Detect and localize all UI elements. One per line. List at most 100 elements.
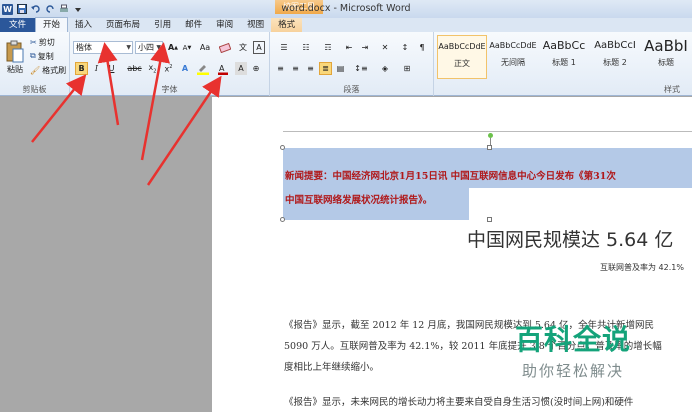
- sort-button[interactable]: ↕: [398, 41, 412, 54]
- font-size-input[interactable]: 小四 ▼: [135, 41, 163, 54]
- strikethrough-button[interactable]: abc: [127, 62, 142, 75]
- multilevel-list-icon: ☶: [324, 43, 332, 52]
- article-title: 中国网民规模达 5.64 亿: [467, 229, 674, 251]
- scissors-icon: ✂: [30, 37, 37, 47]
- grow-font-button[interactable]: A ▲: [167, 41, 179, 54]
- change-case-icon: Aa: [199, 43, 211, 52]
- style-heading-2[interactable]: AaBbCcI 标题 2: [590, 35, 640, 79]
- character-border-button[interactable]: A: [253, 41, 265, 54]
- font-name-input[interactable]: 楷体 ▼: [73, 41, 133, 54]
- svg-text:A: A: [219, 64, 225, 73]
- multilevel-list-button[interactable]: ☶: [318, 41, 338, 54]
- textbox-line-2: 中国互联网络发展状况统计报告》。: [285, 195, 433, 206]
- bold-button[interactable]: B: [75, 62, 88, 75]
- underline-button[interactable]: U: [105, 62, 118, 75]
- font-group-label: 字体: [161, 85, 178, 94]
- line-spacing-button[interactable]: ↕≡: [352, 62, 370, 75]
- copy-button[interactable]: ⧉ 复制: [30, 50, 54, 62]
- distributed-button[interactable]: ▤: [334, 62, 347, 75]
- resize-handle[interactable]: [280, 217, 285, 222]
- paste-label: 粘贴: [7, 64, 23, 74]
- shrink-font-button[interactable]: A ▼: [181, 41, 193, 54]
- numbering-button[interactable]: ☷: [296, 41, 316, 54]
- style-heading-2-label: 标题 2: [603, 58, 627, 67]
- copy-icon: ⧉: [30, 51, 36, 60]
- resize-handle[interactable]: [487, 217, 492, 222]
- enclose-characters-button[interactable]: ⊕: [250, 62, 262, 75]
- chevron-down-icon: ▼: [156, 44, 161, 51]
- eraser-icon: [219, 42, 231, 53]
- clipboard-group-label: 剪贴板: [22, 85, 47, 94]
- tab-insert[interactable]: 插入: [68, 18, 99, 32]
- align-right-button[interactable]: ≡: [304, 62, 317, 75]
- cut-button[interactable]: ✂ 剪切: [30, 36, 55, 48]
- tab-references[interactable]: 引用: [147, 18, 178, 32]
- paste-button[interactable]: 粘贴: [3, 35, 27, 79]
- distributed-icon: ▤: [336, 64, 345, 73]
- font-color-button[interactable]: A: [215, 62, 231, 75]
- news-textbox[interactable]: 新闻提要：中国经济网北京1月15日讯 中国互联网信息中心今日发布《第31次 中国…: [280, 145, 692, 222]
- tab-view[interactable]: 视图: [240, 18, 271, 32]
- tab-format[interactable]: 格式: [271, 18, 303, 32]
- numbering-icon: ☷: [302, 43, 310, 52]
- text-effects-button[interactable]: A: [177, 62, 193, 75]
- align-center-button[interactable]: ≡: [289, 62, 302, 75]
- shading-button[interactable]: ◈: [376, 62, 394, 75]
- style-title-sample: AaBbI: [644, 37, 688, 55]
- chinese-layout-button[interactable]: ✕: [376, 41, 394, 54]
- highlighter-icon: [197, 64, 209, 75]
- character-shading-button[interactable]: A: [235, 62, 247, 75]
- tab-page-layout[interactable]: 页面布局: [99, 18, 147, 32]
- styles-group-label: 样式: [664, 85, 680, 94]
- style-heading-1[interactable]: AaBbCc 标题 1: [539, 35, 589, 79]
- font-size-value: 小四: [138, 43, 154, 52]
- subscript-button[interactable]: x2: [146, 62, 159, 75]
- increase-indent-button[interactable]: ⇥: [358, 41, 372, 54]
- paint-bucket-icon: ◈: [381, 64, 389, 73]
- show-marks-button[interactable]: ¶: [415, 41, 429, 54]
- align-left-button[interactable]: ≡: [274, 62, 287, 75]
- format-painter-button[interactable]: 🖌 格式刷: [30, 64, 66, 76]
- italic-button[interactable]: I: [90, 62, 103, 75]
- article-subtitle: 互联网普及率为 42.1%: [600, 263, 684, 272]
- ribbon: 粘贴 ✂ 剪切 ⧉ 复制 🖌 格式刷 剪贴板 楷体 ▼ 小四 ▼ A ▲ A ▼ Aa …: [0, 32, 692, 96]
- bullets-icon: ☰: [280, 43, 288, 52]
- justify-button[interactable]: ≣: [319, 62, 332, 75]
- style-title-label: 标题: [658, 58, 674, 67]
- textbox-frame-top: [283, 131, 692, 132]
- decrease-indent-button[interactable]: ⇤: [342, 41, 356, 54]
- decrease-indent-icon: ⇤: [345, 43, 353, 52]
- highlight-button[interactable]: [195, 62, 211, 75]
- tab-mailings[interactable]: 邮件: [178, 18, 209, 32]
- styles-group: AaBbCcDdE 正文 AaBbCcDdE 无间隔 AaBbCc 标题 1 A…: [434, 32, 692, 96]
- italic-icon: I: [94, 64, 99, 73]
- style-title[interactable]: AaBbI 标题: [641, 35, 691, 79]
- tab-review[interactable]: 审阅: [209, 18, 240, 32]
- bullets-button[interactable]: ☰: [274, 41, 294, 54]
- character-shading-icon: A: [238, 64, 244, 73]
- justify-icon: ≣: [322, 64, 329, 73]
- style-no-spacing-sample: AaBbCcDdE: [489, 41, 537, 50]
- strikethrough-icon: abc: [127, 64, 142, 73]
- tab-home[interactable]: 开始: [35, 17, 69, 32]
- subscript-icon: x2: [148, 62, 157, 75]
- style-normal[interactable]: AaBbCcDdE 正文: [437, 35, 487, 79]
- style-no-spacing[interactable]: AaBbCcDdE 无间隔: [488, 35, 538, 79]
- borders-button[interactable]: ⊞: [398, 62, 416, 75]
- tab-file[interactable]: 文件: [0, 18, 36, 32]
- ribbon-tabs: 文件 开始 插入 页面布局 引用 邮件 审阅 视图 格式: [0, 17, 692, 32]
- copy-label: 复制: [37, 51, 54, 61]
- resize-handle[interactable]: [487, 145, 492, 150]
- paragraph-1-line-3: 度相比上年继续缩小。: [284, 362, 380, 373]
- change-case-button[interactable]: Aa: [197, 41, 213, 54]
- phonetic-guide-button[interactable]: 文: [236, 41, 250, 54]
- font-name-value: 楷体: [76, 43, 92, 52]
- clear-formatting-button[interactable]: [218, 41, 232, 54]
- clipboard-group: 粘贴 ✂ 剪切 ⧉ 复制 🖌 格式刷 剪贴板: [0, 32, 70, 96]
- style-heading-1-label: 标题 1: [552, 58, 576, 67]
- resize-handle[interactable]: [280, 145, 285, 150]
- superscript-button[interactable]: x2: [162, 62, 175, 75]
- align-center-icon: ≡: [292, 64, 299, 73]
- align-left-icon: ≡: [277, 64, 284, 73]
- text-effects-icon: A: [181, 64, 189, 73]
